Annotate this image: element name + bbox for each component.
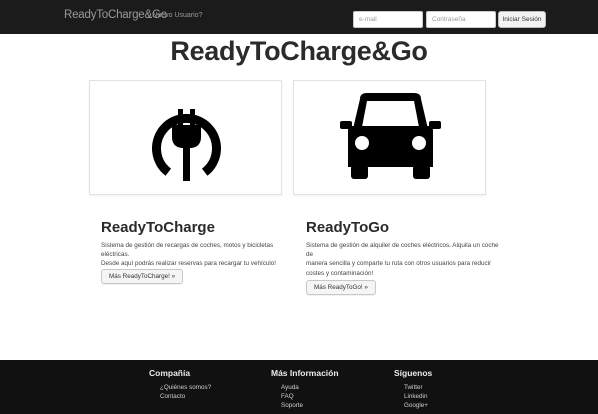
new-user-link[interactable]: ¿Nuevo Usuario? [148,12,202,19]
page-title: ReadyToCharge&Go [170,36,428,66]
footer-heading-company: Compañía [149,368,191,378]
login-button[interactable]: Iniciar Sesión [498,11,546,28]
car-icon [340,93,441,179]
footer-link-help[interactable]: Ayuda [281,384,299,391]
go-description-line: costes y contaminación! [306,269,374,277]
footer-heading-more-info: Más Información [271,368,339,378]
charge-feature-title: ReadyToCharge [101,219,215,236]
footer-link-support[interactable]: Soporte [281,402,303,409]
password-field[interactable] [426,11,496,28]
charge-description-line: Desde aquí podrás realizar reservas para… [101,260,277,268]
footer-link-linkedin[interactable]: Linkedin [404,393,427,400]
go-description-line: manera sencilla y comparte tu ruta con o… [306,260,492,268]
go-description-line: Sistema de gestión de alquiler de coches… [306,242,499,259]
charge-description-line: Sistema de gestión de recargas de coches… [101,242,274,259]
go-feature-title: ReadyToGo [306,219,390,236]
footer-link-googleplus[interactable]: Google+ [404,402,428,409]
footer-heading-follow-us: Síguenos [394,368,433,378]
footer-link-about[interactable]: ¿Quiénes somos? [160,384,211,391]
charge-feature-description: Sistema de gestión de recargas de coches… [101,241,301,269]
power-plug-icon [152,109,221,181]
email-field[interactable] [353,11,423,28]
go-image-panel [293,80,486,195]
go-feature-description: Sistema de gestión de alquiler de coches… [306,241,506,278]
footer: Compañía ¿Quiénes somos? Contacto Más In… [0,360,598,414]
more-readytocharge-button[interactable]: Más ReadyToCharge! » [101,269,184,284]
footer-link-contact[interactable]: Contacto [160,393,185,400]
top-navbar: ReadyToCharge&Go ¿Nuevo Usuario? Iniciar… [0,0,598,34]
charge-image-panel [89,80,282,195]
footer-link-twitter[interactable]: Twitter [404,384,423,391]
footer-link-faq[interactable]: FAQ [281,393,294,400]
more-readytogo-button[interactable]: Más ReadyToGo! » [306,280,376,295]
